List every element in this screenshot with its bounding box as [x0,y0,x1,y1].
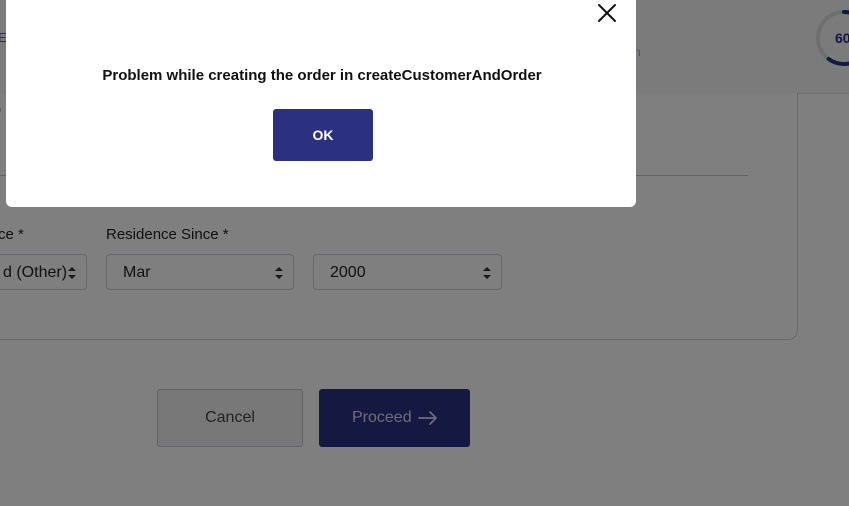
error-dialog: Problem while creating the order in crea… [6,0,636,207]
dialog-message: Problem while creating the order in crea… [102,67,542,84]
close-icon[interactable] [596,2,618,24]
ok-button[interactable]: OK [273,109,373,161]
